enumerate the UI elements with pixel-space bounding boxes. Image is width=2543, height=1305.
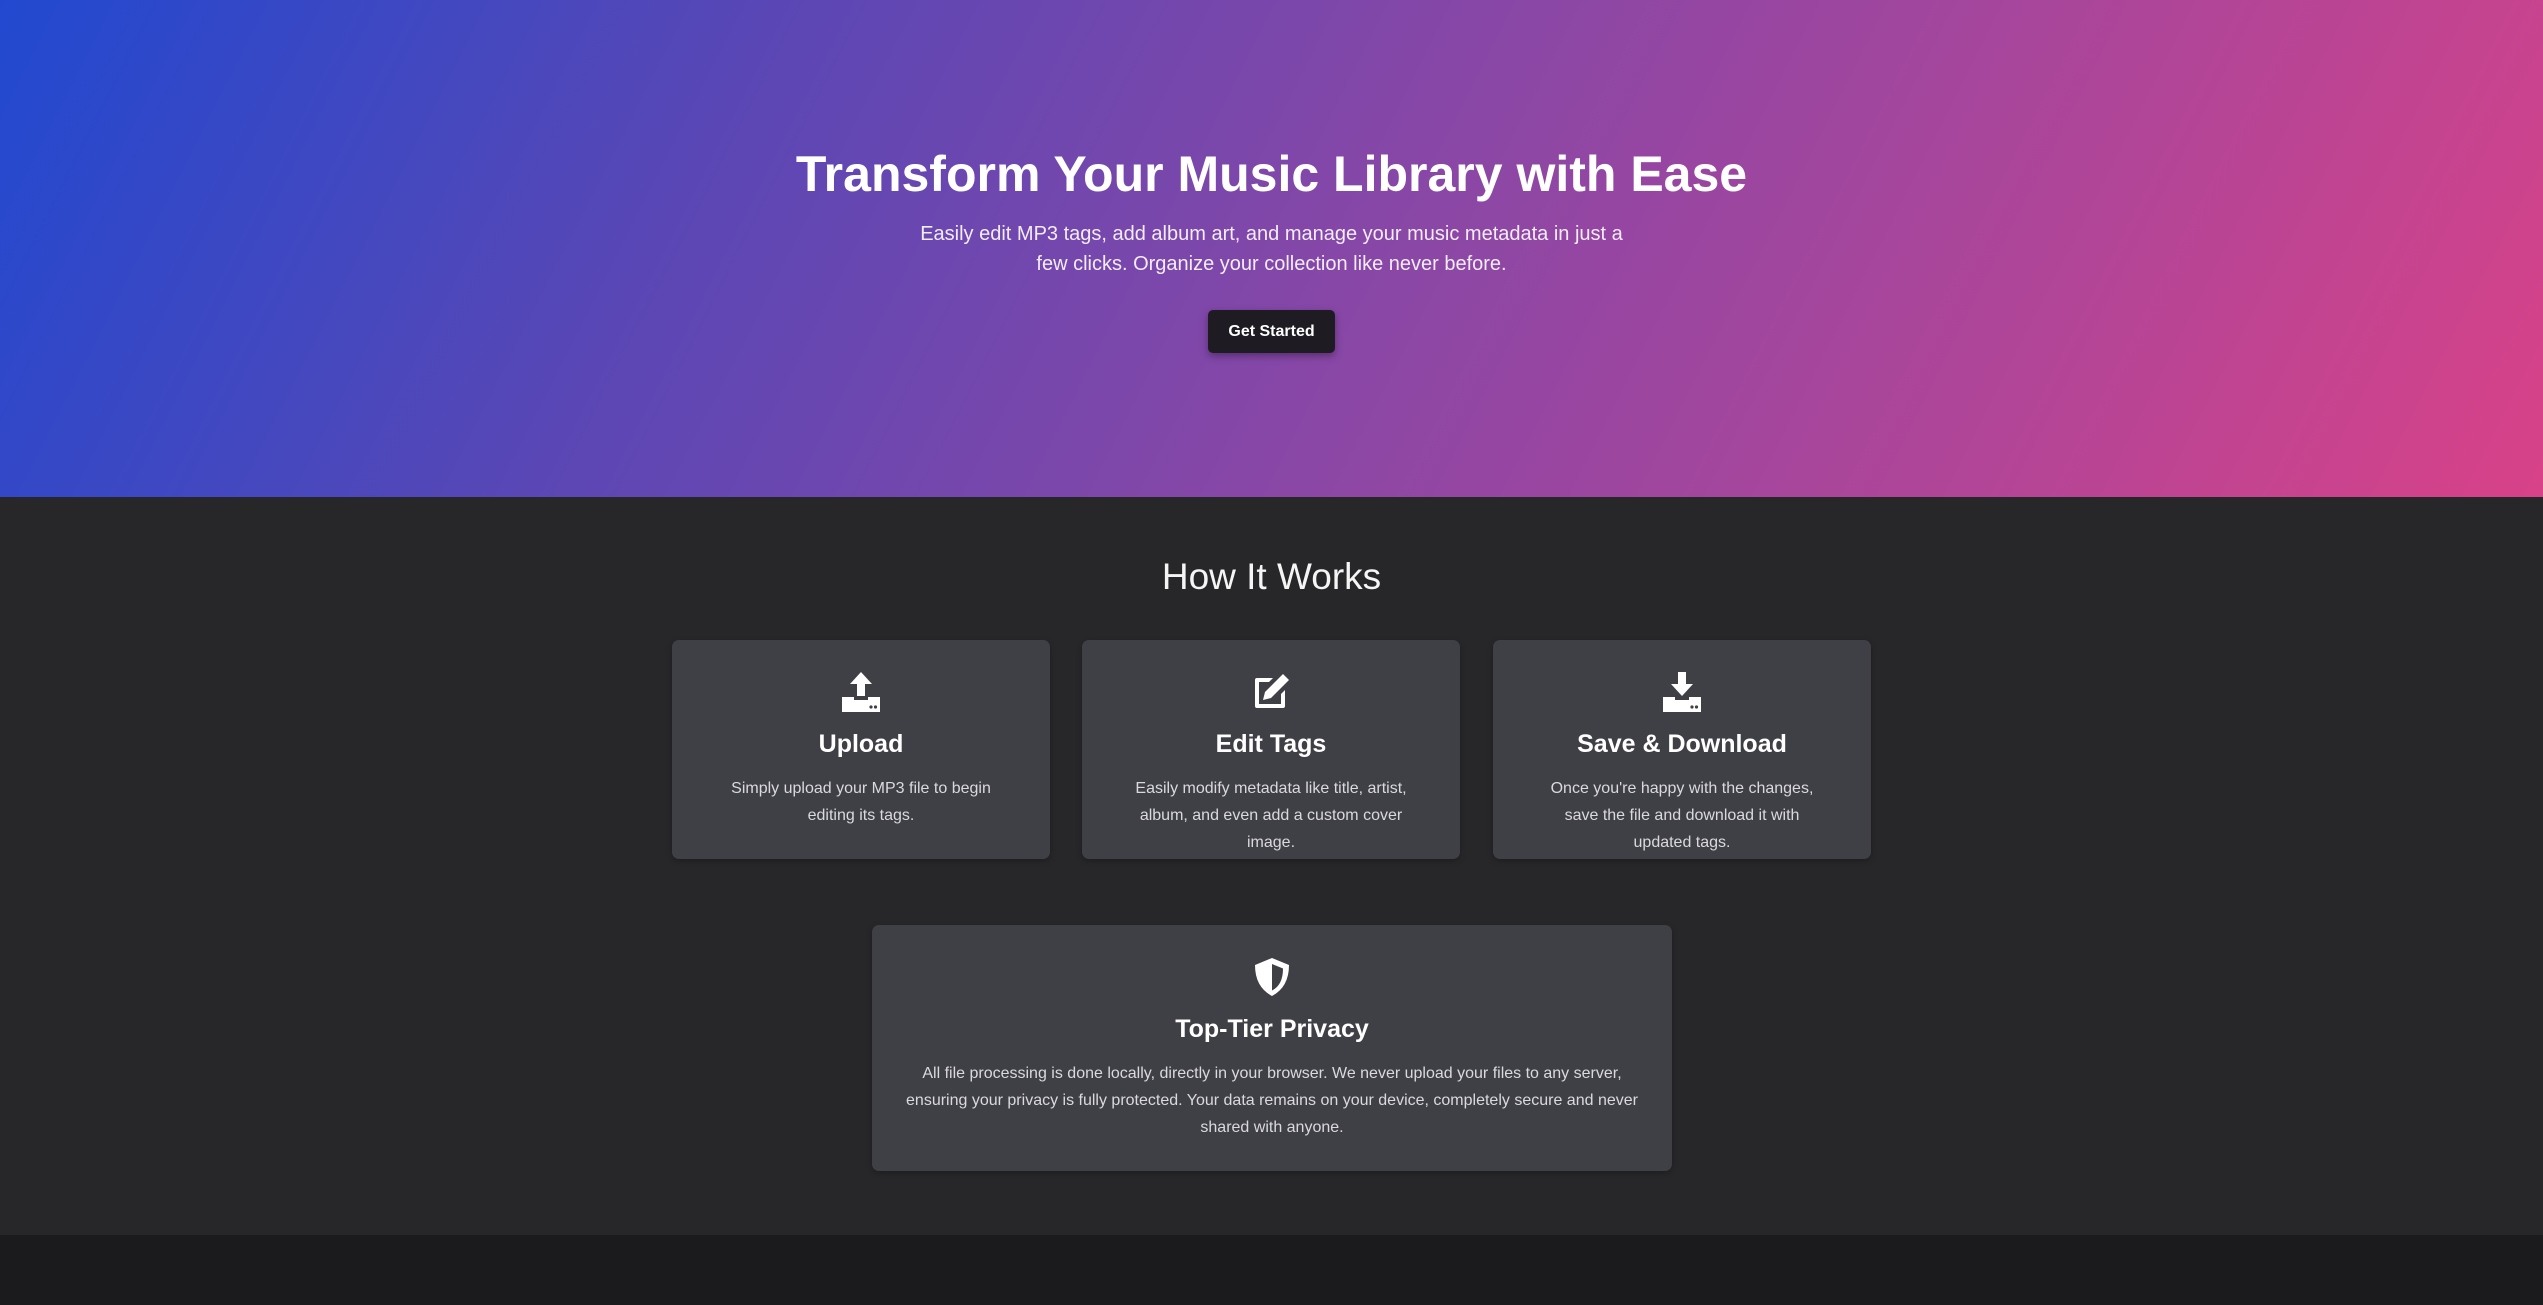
shield-icon [1250, 955, 1294, 999]
step-description: Simply upload your MP3 file to begin edi… [731, 780, 991, 824]
hero-title: Transform Your Music Library with Ease [795, 146, 1748, 202]
how-it-works-section: How It Works Upload Simply upload your M… [0, 497, 2543, 1235]
download-icon [1660, 670, 1704, 714]
privacy-card: Top-Tier Privacy All file processing is … [872, 925, 1672, 1171]
get-started-button[interactable]: Get Started [1208, 310, 1335, 353]
hero-section: Transform Your Music Library with Ease E… [0, 0, 2543, 497]
upload-step-card: Upload Simply upload your MP3 file to be… [672, 640, 1050, 859]
hero-subtitle: Easily edit MP3 tags, add album art, and… [920, 223, 1623, 275]
step-title: Edit Tags [1215, 730, 1327, 758]
privacy-title: Top-Tier Privacy [1175, 1015, 1369, 1043]
save-download-step-card: Save & Download Once you're happy with t… [1493, 640, 1871, 859]
footer [0, 1235, 2543, 1305]
privacy-description: All file processing is done locally, dir… [906, 1065, 1638, 1136]
step-title: Save & Download [1577, 730, 1787, 758]
step-description: Easily modify metadata like title, artis… [1135, 780, 1407, 851]
section-title: How It Works [1161, 556, 1382, 597]
step-description: Once you're happy with the changes, save… [1550, 780, 1814, 851]
step-title: Upload [818, 730, 904, 758]
edit-tags-step-card: Edit Tags Easily modify metadata like ti… [1082, 640, 1460, 859]
edit-icon [1249, 670, 1293, 714]
upload-icon [839, 670, 883, 714]
